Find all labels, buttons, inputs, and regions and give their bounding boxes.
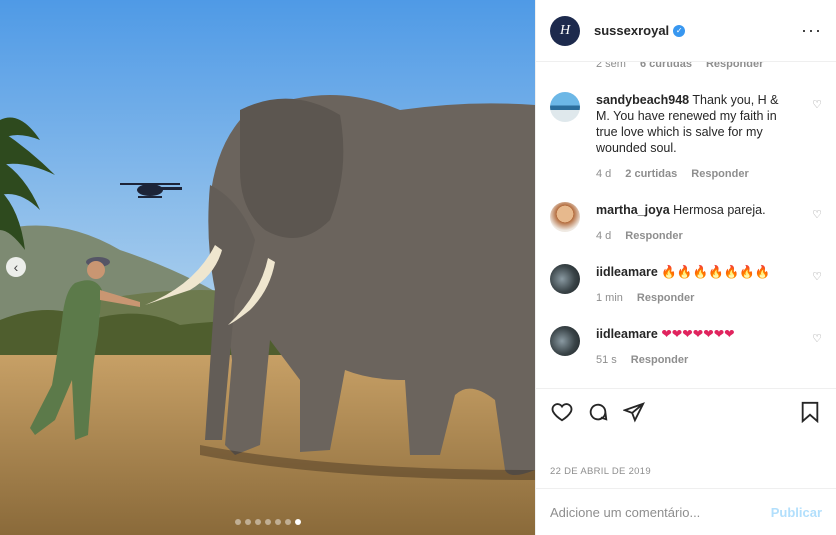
comment-meta: 4 d 2 curtidas Responder [596, 166, 792, 182]
comment-meta: 51 s Responder [596, 352, 792, 368]
comment-username[interactable]: iidleamare [596, 265, 658, 279]
post-header: H sussexroyal ✓ ··· [536, 0, 836, 62]
comment-meta: 4 d Responder [596, 228, 792, 244]
chevron-left-icon: ‹ [13, 259, 19, 275]
carousel-dots [0, 519, 535, 525]
carousel-dot [264, 519, 271, 525]
post-actions [536, 388, 836, 434]
comment-time: 1 min [596, 292, 623, 304]
reply-button[interactable]: Responder [691, 166, 748, 182]
post-username[interactable]: sussexroyal [594, 23, 669, 38]
comments-list[interactable]: 2 sem 6 curtidas Responder sandybeach948… [536, 62, 836, 387]
comment-time: 4 d [596, 168, 612, 180]
add-comment-bar: Adicione um comentário... Publicar [536, 488, 836, 535]
carousel-dot [274, 519, 281, 525]
elephant-photo [0, 0, 535, 535]
comment-username[interactable]: martha_joya [596, 203, 670, 217]
reply-button[interactable]: Responder [706, 62, 763, 70]
comment-time: 4 d [596, 230, 612, 242]
like-comment-heart-icon[interactable]: ♡ [812, 98, 822, 111]
commenter-avatar[interactable] [550, 202, 580, 232]
comment-item: iidleamare ❤❤❤❤❤❤❤ 51 s Responder ♡ [550, 326, 822, 368]
post-photo[interactable]: ‹ [0, 0, 535, 535]
comment-item: sandybeach948 Thank you, H & M. You have… [550, 92, 822, 182]
commenter-avatar[interactable] [550, 326, 580, 356]
profile-avatar[interactable]: H [550, 15, 580, 46]
comment-likes[interactable]: 6 curtidas [640, 62, 692, 70]
carousel-dot [254, 519, 261, 525]
share-icon[interactable] [622, 400, 646, 424]
comment-input[interactable]: Adicione um comentário... [550, 505, 700, 520]
comment-text: ❤❤❤❤❤❤❤ [661, 327, 735, 341]
more-horizontal-icon[interactable]: ··· [801, 20, 822, 41]
reply-button[interactable]: Responder [631, 352, 688, 368]
commenter-avatar[interactable] [550, 92, 580, 122]
like-comment-heart-icon[interactable]: ♡ [812, 270, 822, 283]
carousel-dot-active [294, 519, 301, 525]
comment-username[interactable]: iidleamare [596, 327, 658, 341]
post-date: 22 DE ABRIL DE 2019 [550, 466, 651, 477]
like-comment-heart-icon[interactable]: ♡ [812, 332, 822, 345]
brand-monogram: H [559, 22, 571, 38]
reply-button[interactable]: Responder [625, 228, 682, 244]
comment-text: 🔥🔥🔥🔥🔥🔥🔥 [661, 265, 771, 279]
comment-time: 51 s [596, 354, 617, 366]
carousel-dot [284, 519, 291, 525]
comment-item: iidleamare 🔥🔥🔥🔥🔥🔥🔥 1 min Responder ♡ [550, 264, 822, 306]
heart-icon[interactable] [550, 400, 574, 424]
comment-username[interactable]: sandybeach948 [596, 93, 689, 107]
carousel-dot [234, 519, 241, 525]
comment-meta: 2 sem 6 curtidas Responder [596, 62, 763, 70]
bookmark-icon[interactable] [798, 400, 822, 424]
comment-likes[interactable]: 2 curtidas [625, 166, 677, 182]
commenter-avatar[interactable] [550, 264, 580, 294]
comment-time: 2 sem [596, 62, 626, 70]
like-comment-heart-icon[interactable]: ♡ [812, 208, 822, 221]
comment-text: Hermosa pareja. [673, 203, 766, 217]
comment-meta: 1 min Responder [596, 290, 792, 306]
reply-button[interactable]: Responder [637, 290, 694, 306]
verified-badge-icon: ✓ [673, 24, 686, 37]
carousel-prev-button[interactable]: ‹ [6, 257, 26, 277]
comment-icon[interactable] [586, 400, 610, 424]
publish-button[interactable]: Publicar [771, 505, 822, 520]
comment-item: martha_joya Hermosa pareja. 4 d Responde… [550, 202, 822, 244]
carousel-dot [244, 519, 251, 525]
post-side-panel: H sussexroyal ✓ ··· 2 sem 6 curtidas Res… [535, 0, 836, 535]
